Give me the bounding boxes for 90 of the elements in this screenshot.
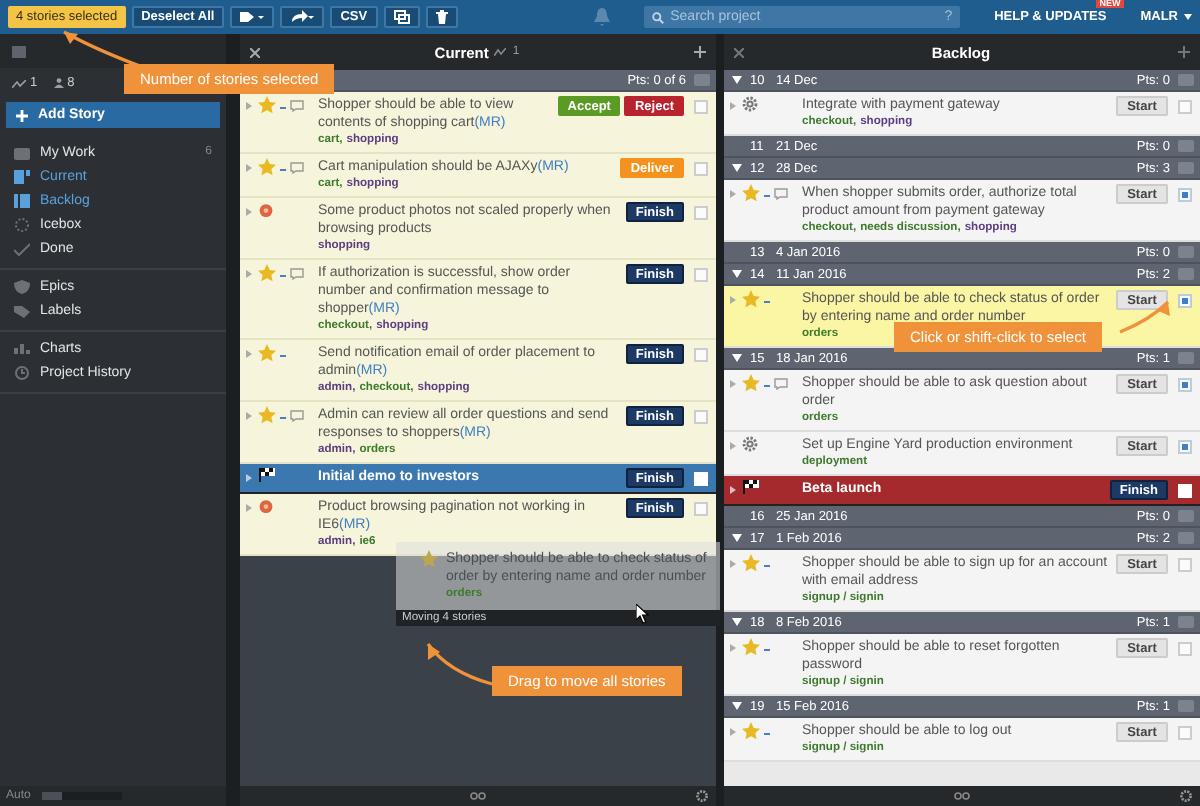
flag-icon xyxy=(258,468,276,482)
collapse-triangle-icon[interactable] xyxy=(732,534,742,542)
velocity-icon xyxy=(494,48,507,56)
select-checkbox[interactable] xyxy=(1178,188,1192,202)
add-icon[interactable] xyxy=(694,46,706,58)
gear-icon xyxy=(742,96,758,112)
label-dropdown-button[interactable] xyxy=(230,6,275,28)
select-checkbox[interactable] xyxy=(1178,558,1192,572)
expand-icon[interactable] xyxy=(246,350,252,358)
expand-icon[interactable] xyxy=(730,728,736,736)
expand-icon[interactable] xyxy=(730,560,736,568)
shield-icon xyxy=(14,279,30,293)
select-checkbox[interactable] xyxy=(1178,294,1192,308)
callout-arrow xyxy=(426,643,493,686)
star-icon xyxy=(742,638,760,656)
add-icon[interactable] xyxy=(1178,46,1190,58)
collapse-triangle-icon[interactable] xyxy=(732,270,742,278)
select-checkbox[interactable] xyxy=(1178,726,1192,740)
expand-icon[interactable] xyxy=(730,190,736,198)
expand-icon[interactable] xyxy=(730,644,736,652)
check-icon xyxy=(14,241,30,255)
star-icon xyxy=(420,550,438,568)
star-icon xyxy=(258,158,276,176)
expand-icon[interactable] xyxy=(246,102,252,110)
select-checkbox[interactable] xyxy=(694,162,708,176)
star-icon xyxy=(742,184,760,202)
expand-icon[interactable] xyxy=(246,474,252,482)
notification-bell-icon[interactable] xyxy=(594,8,611,26)
expand-icon[interactable] xyxy=(246,504,252,512)
star-icon xyxy=(258,406,276,424)
link-icon[interactable] xyxy=(470,792,486,800)
copy-icon xyxy=(393,10,410,24)
trash-icon xyxy=(435,10,448,24)
gear-icon xyxy=(742,436,758,452)
person-icon xyxy=(53,78,64,88)
expand-icon[interactable] xyxy=(730,296,736,304)
move-dropdown-button[interactable] xyxy=(280,6,325,28)
link-icon[interactable] xyxy=(954,792,970,800)
select-checkbox[interactable] xyxy=(694,206,708,220)
plus-icon xyxy=(16,109,28,121)
select-checkbox[interactable] xyxy=(694,410,708,424)
select-checkbox[interactable] xyxy=(1178,642,1192,656)
flag-icon xyxy=(742,480,760,494)
zoom-slider-handle[interactable] xyxy=(42,792,63,800)
collapse-triangle-icon[interactable] xyxy=(732,702,742,710)
select-checkbox[interactable] xyxy=(1178,378,1192,392)
expand-icon[interactable] xyxy=(246,164,252,172)
star-icon xyxy=(258,344,276,362)
bug-icon xyxy=(258,498,274,514)
tag-icon xyxy=(14,303,30,317)
clock-icon xyxy=(14,365,30,379)
star-icon xyxy=(258,96,276,114)
collapse-triangle-icon[interactable] xyxy=(732,354,742,362)
expand-icon[interactable] xyxy=(730,486,736,494)
select-checkbox[interactable] xyxy=(1178,440,1192,454)
select-checkbox[interactable] xyxy=(694,100,708,114)
tag-icon xyxy=(240,10,265,24)
chart-icon xyxy=(14,341,30,355)
bug-icon xyxy=(258,202,274,218)
search-icon xyxy=(652,11,665,23)
select-checkbox[interactable] xyxy=(694,268,708,282)
settings-icon[interactable] xyxy=(696,790,708,802)
expand-icon[interactable] xyxy=(246,208,252,216)
delete-button[interactable] xyxy=(425,6,458,28)
select-checkbox[interactable] xyxy=(694,502,708,516)
clone-button[interactable] xyxy=(383,6,420,28)
velocity-icon xyxy=(12,79,26,87)
cursor-icon xyxy=(636,604,650,624)
star-icon xyxy=(742,722,760,740)
close-icon[interactable] xyxy=(250,47,260,57)
expand-icon[interactable] xyxy=(730,442,736,450)
backlog-icon xyxy=(14,193,30,207)
settings-icon[interactable] xyxy=(1180,790,1192,802)
star-icon xyxy=(258,264,276,282)
expand-icon[interactable] xyxy=(730,102,736,110)
collapse-triangle-icon[interactable] xyxy=(732,618,742,626)
collapse-triangle-icon[interactable] xyxy=(732,164,742,172)
caret-icon xyxy=(1184,14,1192,20)
star-icon xyxy=(742,290,760,308)
expand-icon[interactable] xyxy=(246,270,252,278)
select-checkbox[interactable] xyxy=(694,348,708,362)
share-arrow-icon xyxy=(290,10,315,24)
expand-icon[interactable] xyxy=(730,380,736,388)
star-icon xyxy=(742,374,760,392)
close-icon[interactable] xyxy=(734,47,744,57)
expand-icon[interactable] xyxy=(246,412,252,420)
star-icon xyxy=(742,554,760,572)
collapse-triangle-icon[interactable] xyxy=(732,76,742,84)
current-icon xyxy=(14,169,30,183)
select-checkbox[interactable] xyxy=(1178,100,1192,114)
